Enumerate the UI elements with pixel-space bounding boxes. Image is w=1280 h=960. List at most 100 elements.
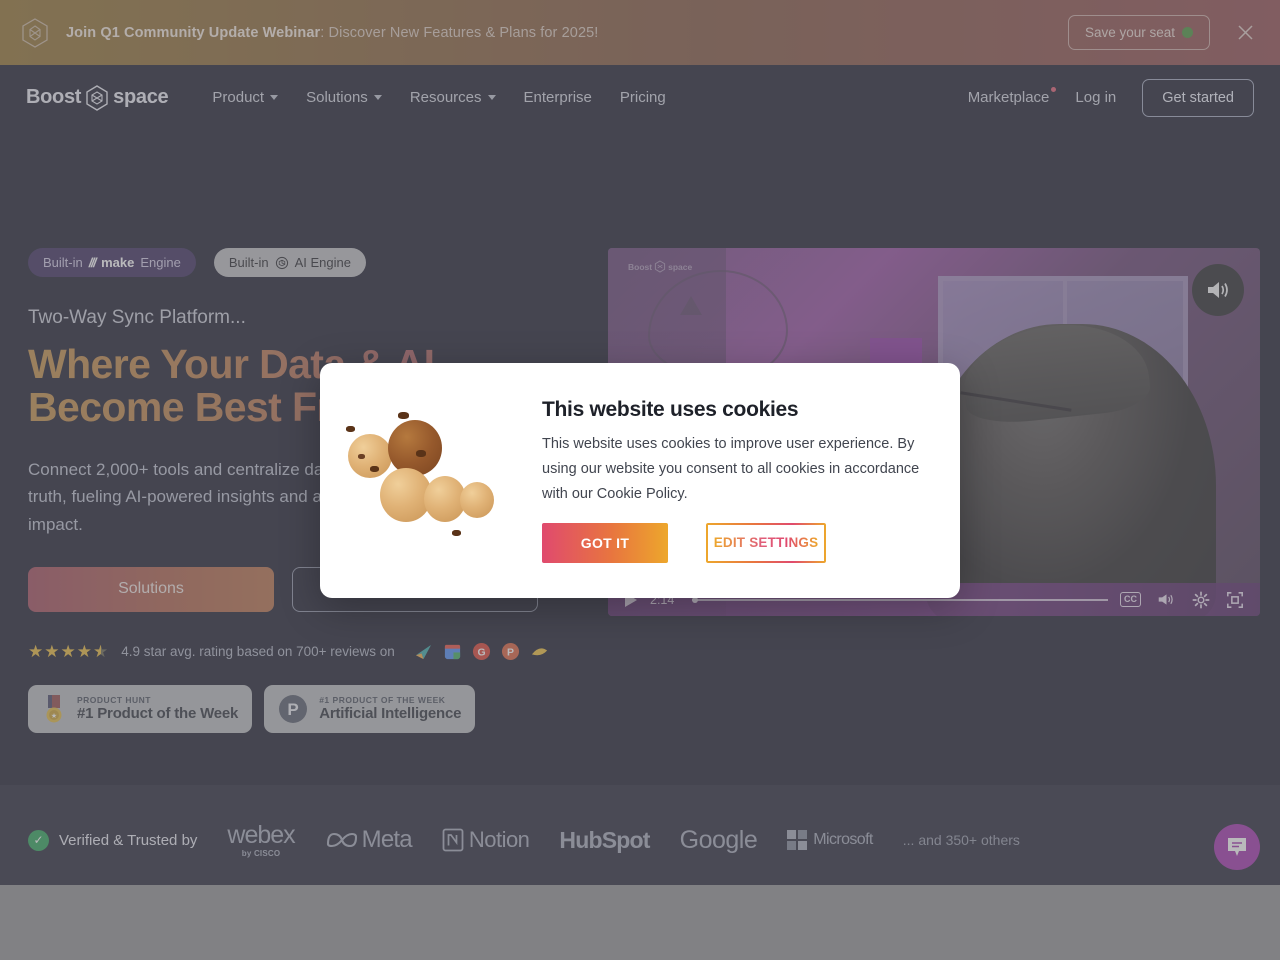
cookie-shape (460, 481, 494, 518)
crozdesk-icon[interactable] (530, 642, 549, 661)
progress-track (692, 598, 1108, 601)
chocolate-chip (358, 453, 365, 459)
nav-item-pricing[interactable]: Pricing (620, 89, 666, 106)
nav-item-marketplace[interactable]: Marketplace (967, 87, 1057, 106)
badge-text-group: #1 PRODUCT OF THE WEEK Artificial Intell… (319, 695, 461, 722)
banner-headline: Join Q1 Community Update Webinar (66, 24, 321, 41)
nav-label: Resources (409, 89, 482, 106)
edit-settings-label: EDIT SETTINGS (713, 535, 819, 551)
pill-ai-engine[interactable]: Built-in AI Engine (213, 248, 366, 277)
screen: Join Q1 Community Update Webinar: Discov… (0, 0, 1280, 960)
svg-text:P: P (288, 700, 299, 719)
webex-label: webex (227, 820, 295, 849)
nav-label: Solutions (306, 89, 368, 106)
got-it-button[interactable]: GOT IT (542, 522, 668, 563)
notion-label: Notion (468, 827, 530, 852)
star-icon: ★ (76, 641, 92, 661)
video-fullscreen-button[interactable] (1226, 591, 1244, 609)
review-platform-icons: G P (414, 642, 549, 661)
cookie-consent-dialog: This website uses cookies This website u… (320, 363, 960, 598)
partner-logo-meta: Meta (325, 826, 413, 854)
gear-icon (1192, 590, 1210, 609)
nav-label: Pricing (619, 89, 666, 106)
login-label: Log in (1075, 89, 1117, 106)
login-link[interactable]: Log in (1075, 89, 1116, 106)
verified-label: Verified & Trusted by (59, 831, 198, 849)
meta-label: Meta (361, 826, 413, 853)
pill-make-engine[interactable]: Built-in /// make Engine (28, 248, 196, 277)
hero-eyebrow: Two-Way Sync Platform... (28, 307, 246, 328)
pill-prefix: Built-in (228, 255, 269, 270)
verified-trusted-group: ✓ Verified & Trusted by (28, 829, 198, 851)
nav-label: Enterprise (523, 89, 592, 106)
pill-suffix: Engine (140, 255, 181, 270)
partner-logo-microsoft: Microsoft (787, 830, 873, 850)
svg-text:★: ★ (51, 712, 57, 720)
chocolate-chip (346, 425, 355, 432)
star-icon: ★ (44, 641, 60, 661)
video-bg-triangle (680, 296, 702, 315)
nav-item-solutions[interactable]: Solutions (306, 89, 382, 106)
make-logo-icon: /// (88, 255, 97, 270)
cookies-illustration (344, 406, 524, 556)
cookie-dialog-body: This website uses cookies This website u… (542, 398, 926, 563)
microsoft-squares-icon (787, 830, 808, 850)
banner-close-button[interactable] (1228, 16, 1262, 50)
video-volume-button[interactable] (1157, 591, 1176, 608)
cookie-shape (388, 419, 442, 476)
get-started-button[interactable]: Get started (1142, 78, 1254, 117)
video-unmute-button[interactable] (1192, 264, 1244, 316)
badge-card-product-hunt[interactable]: ★ PRODUCT HUNT #1 Product of the Week (28, 684, 253, 733)
pill-suffix: AI Engine (294, 255, 351, 270)
chat-widget-button[interactable] (1214, 824, 1260, 870)
chocolate-chip (416, 449, 426, 457)
nav-item-resources[interactable]: Resources (410, 89, 496, 106)
chevron-down-icon (270, 95, 279, 100)
hexagon-logo-icon (86, 84, 108, 111)
google-business-icon[interactable] (443, 642, 462, 661)
cookie-dialog-actions: GOT IT EDIT SETTINGS (542, 522, 926, 563)
volume-icon (1208, 282, 1228, 298)
meta-infinity-icon (326, 832, 357, 848)
badge-sublabel: #1 PRODUCT OF THE WEEK (319, 695, 446, 705)
new-badge-dot-icon (1051, 87, 1057, 92)
rating-text: 4.9 star avg. rating based on 700+ revie… (121, 643, 395, 659)
solutions-button[interactable]: Solutions (28, 566, 274, 612)
video-control-icons: CC (1120, 590, 1244, 609)
nav-right-group: Marketplace Log in Get started (967, 78, 1254, 117)
video-watermark: Boost space (628, 260, 692, 273)
save-your-seat-button[interactable]: Save your seat (1067, 15, 1210, 50)
partner-logo-notion: Notion (442, 827, 530, 853)
partner-logo-google: Google (680, 826, 758, 855)
svg-text:G: G (477, 647, 485, 658)
partner-logo-hubspot: HubSpot (559, 826, 650, 854)
cc-label: CC (1120, 592, 1141, 607)
nav-item-enterprise[interactable]: Enterprise (524, 89, 592, 106)
save-seat-label: Save your seat (1084, 25, 1175, 40)
product-hunt-icon[interactable]: P (501, 642, 520, 661)
chevron-down-icon (487, 95, 496, 100)
marketplace-label: Marketplace (967, 89, 1050, 106)
banner-message: Join Q1 Community Update Webinar: Discov… (66, 25, 598, 41)
badge-sublabel: PRODUCT HUNT (77, 695, 151, 705)
badge-card-artificial-intelligence[interactable]: P #1 PRODUCT OF THE WEEK Artificial Inte… (264, 684, 476, 733)
watermark-right: space (668, 261, 693, 272)
hexagon-logo-icon (655, 260, 666, 273)
star-icon: ★ (60, 641, 76, 661)
hubspot-label: HubSpot (559, 826, 650, 853)
video-settings-button[interactable] (1192, 590, 1210, 609)
chevron-down-icon (373, 95, 382, 100)
volume-icon (1158, 594, 1173, 605)
nav-item-product[interactable]: Product (212, 89, 279, 106)
check-circle-icon: ✓ (28, 829, 49, 851)
chocolate-chip (370, 465, 379, 472)
closed-captions-button[interactable]: CC (1120, 592, 1141, 607)
medal-icon: ★ (46, 694, 62, 722)
edit-settings-button[interactable]: EDIT SETTINGS (706, 522, 826, 563)
capterra-icon[interactable] (414, 642, 433, 661)
site-logo[interactable]: Boost space (26, 84, 169, 112)
logo-text-right: space (113, 86, 169, 108)
g2-icon[interactable]: G (472, 642, 491, 661)
chat-bubble-icon (1228, 838, 1246, 856)
logo-text-left: Boost (26, 86, 82, 108)
